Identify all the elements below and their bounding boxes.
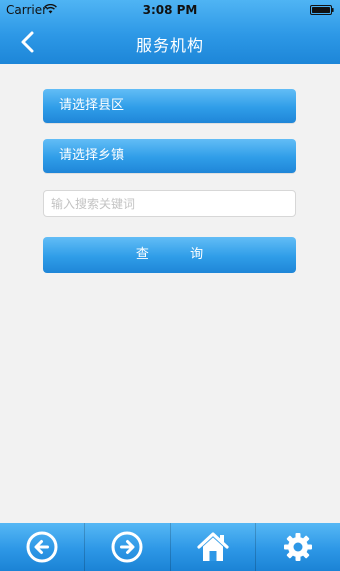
query-button[interactable]: 查 询 — [43, 237, 296, 273]
page-title: 服务机构 — [135, 36, 204, 55]
arrow-right-circle-icon — [111, 531, 143, 563]
tab-home[interactable] — [171, 523, 256, 571]
navigation-bar: 服务机构 — [0, 20, 340, 64]
status-bar: Carrier 3:08 PM — [0, 0, 340, 20]
town-select-button[interactable]: 请选择乡镇 — [43, 139, 296, 173]
search-input[interactable] — [43, 190, 296, 217]
arrow-left-circle-icon — [26, 531, 58, 563]
tab-settings[interactable] — [256, 523, 340, 571]
home-icon — [197, 532, 229, 561]
tab-back[interactable] — [0, 523, 86, 571]
top-bar: Carrier 3:08 PM 服务机构 — [0, 0, 340, 64]
battery-icon — [310, 5, 334, 15]
bottom-tab-bar — [0, 523, 340, 571]
county-select-button[interactable]: 请选择县区 — [43, 89, 296, 123]
tab-forward[interactable] — [85, 523, 171, 571]
gear-icon — [283, 533, 312, 561]
status-time: 3:08 PM — [142, 3, 198, 17]
